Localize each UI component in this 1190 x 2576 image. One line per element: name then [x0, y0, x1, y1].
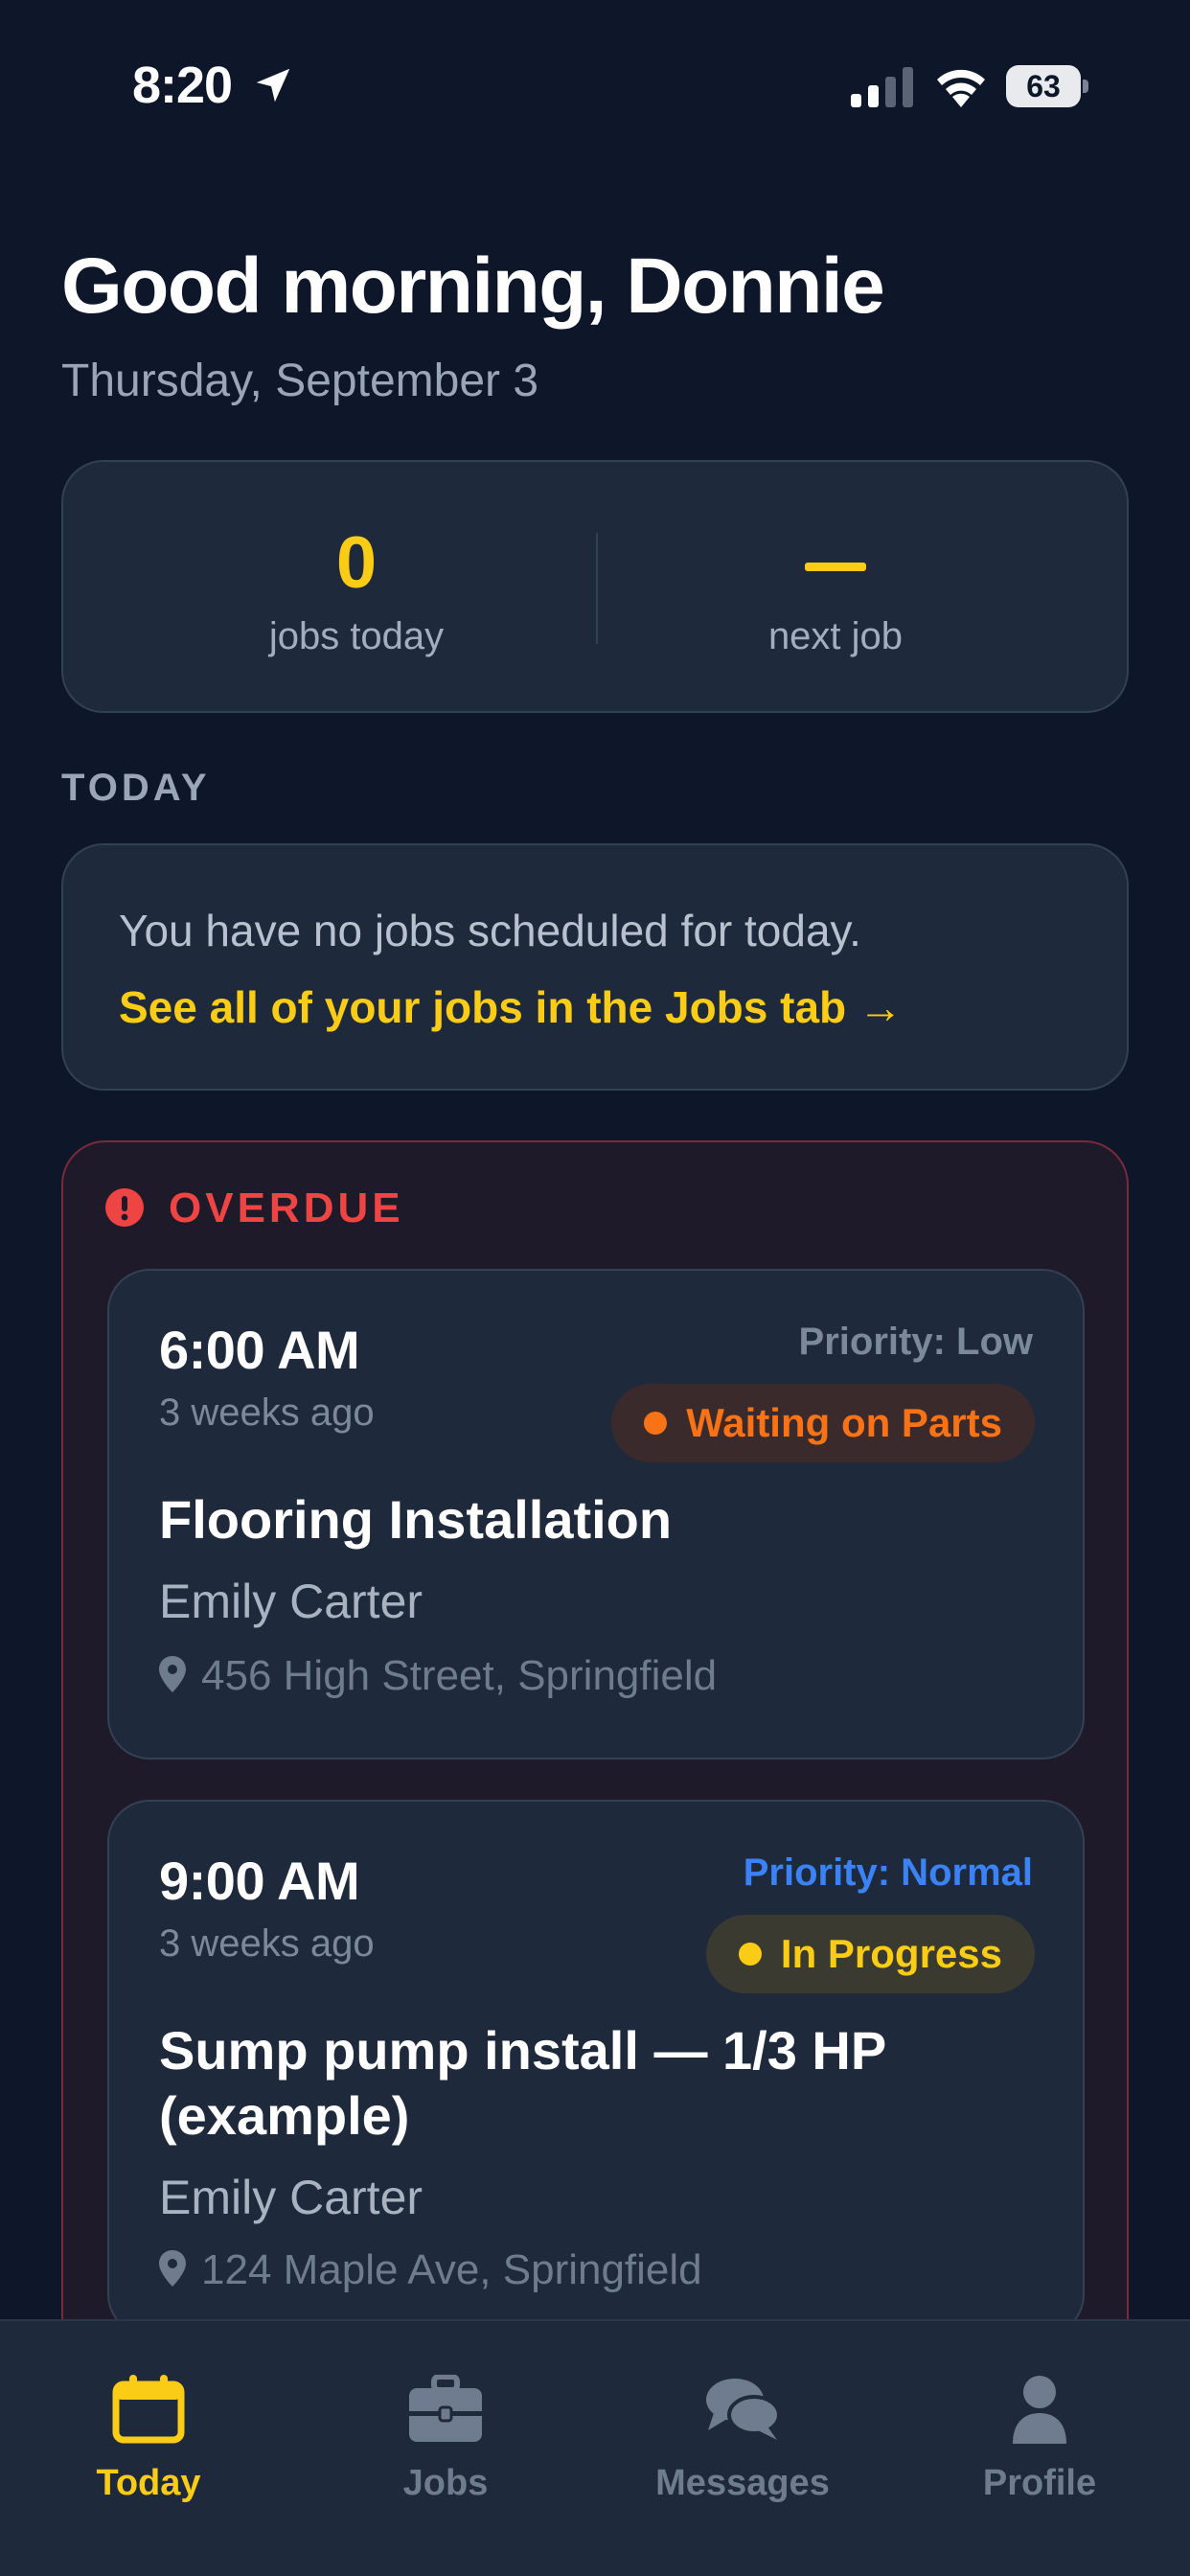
- next-job-empty-dash: [805, 563, 866, 571]
- battery-icon: 63: [1006, 65, 1088, 107]
- job-customer: Emily Carter: [159, 1575, 423, 1628]
- chat-bubbles-icon: [706, 2379, 781, 2440]
- battery-level: 63: [1026, 69, 1061, 104]
- status-dot: [644, 1412, 668, 1435]
- job-title: Flooring Installation: [159, 1489, 673, 1550]
- calendar-icon: [112, 2375, 185, 2444]
- status-bar: 8:20 63: [0, 0, 1190, 144]
- job-address: 456 High Street, Springfield: [201, 1652, 718, 1699]
- job-time: 6:00 AM: [159, 1320, 360, 1380]
- next-job-label: next job: [767, 615, 904, 657]
- job-relative-time: 3 weeks ago: [159, 1922, 375, 1965]
- status-time: 8:20: [132, 57, 233, 114]
- today-section-label: TODAY: [61, 767, 211, 809]
- tab-label: Messages: [655, 2463, 830, 2503]
- greeting-title: Good morning, Donnie: [61, 242, 885, 330]
- job-card[interactable]: 9:00 AM 3 weeks ago Priority: Normal In …: [107, 1800, 1085, 2336]
- job-priority: Priority: Normal: [743, 1852, 1033, 1894]
- today-screen: 8:20 63 Good morning, Donnie Thursday, S…: [0, 0, 1190, 2576]
- tab-jobs[interactable]: Jobs: [297, 2321, 594, 2513]
- overdue-label: OVERDUE: [169, 1184, 404, 1231]
- summary-card: 0 jobs today next job: [61, 460, 1129, 713]
- alert-circle-icon: [105, 1188, 144, 1227]
- location-arrow-icon: [256, 68, 290, 103]
- tab-bar: Today Jobs Messages Profile: [0, 2319, 1190, 2576]
- status-text: Waiting on Parts: [686, 1400, 1002, 1445]
- status-badge: In Progress: [705, 1915, 1035, 1993]
- wifi-icon: [937, 69, 985, 107]
- tab-messages[interactable]: Messages: [594, 2321, 891, 2513]
- tab-profile[interactable]: Profile: [891, 2321, 1188, 2513]
- map-pin-icon: [159, 1656, 186, 1692]
- current-date: Thursday, September 3: [61, 356, 539, 406]
- tab-today[interactable]: Today: [0, 2321, 297, 2513]
- jobs-today-count: 0: [335, 522, 378, 604]
- status-badge: Waiting on Parts: [611, 1384, 1035, 1462]
- no-jobs-card: You have no jobs scheduled for today. Se…: [61, 843, 1129, 1091]
- cellular-signal-icon: [851, 67, 913, 107]
- status-dot: [738, 1943, 762, 1966]
- map-pin-icon: [159, 2250, 186, 2287]
- tab-label: Today: [96, 2463, 201, 2503]
- job-card[interactable]: 6:00 AM 3 weeks ago Priority: Low Waitin…: [107, 1269, 1085, 1760]
- job-priority: Priority: Low: [798, 1321, 1033, 1363]
- status-text: In Progress: [780, 1931, 1002, 1976]
- person-icon: [1013, 2376, 1066, 2444]
- next-job-stat: next job: [596, 462, 1075, 715]
- jobs-today-stat: 0 jobs today: [117, 462, 596, 715]
- briefcase-icon: [409, 2375, 482, 2442]
- jobs-today-label: jobs today: [268, 615, 445, 657]
- job-customer: Emily Carter: [159, 2171, 423, 2224]
- no-jobs-message: You have no jobs scheduled for today.: [119, 906, 861, 955]
- tab-label: Jobs: [402, 2463, 489, 2503]
- job-relative-time: 3 weeks ago: [159, 1392, 375, 1434]
- jobs-tab-link[interactable]: See all of your jobs in the Jobs tab →: [119, 981, 903, 1033]
- job-time: 9:00 AM: [159, 1851, 360, 1911]
- job-address: 124 Maple Ave, Springfield: [201, 2246, 702, 2293]
- job-title: Sump pump install — 1/3 HP (example): [159, 2020, 886, 2146]
- tab-label: Profile: [982, 2463, 1097, 2503]
